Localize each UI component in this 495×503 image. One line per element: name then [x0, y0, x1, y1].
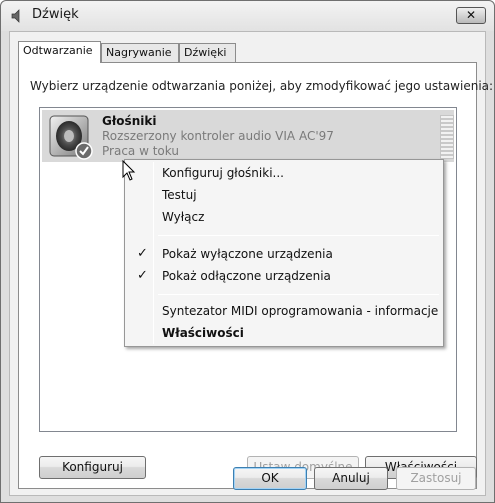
device-description: Rozszerzony kontroler audio VIA AC'97	[102, 129, 334, 143]
cancel-button[interactable]: Anuluj	[314, 467, 388, 490]
menu-separator	[158, 294, 439, 295]
device-status: Praca w toku	[102, 144, 179, 158]
menu-item-label: Pokaż odłączone urządzenia	[162, 269, 331, 283]
checkmark-icon: ✓	[137, 246, 148, 261]
close-button[interactable]: ✕	[456, 7, 486, 24]
tab-recording[interactable]: Nagrywanie	[101, 43, 179, 62]
menu-item-properties[interactable]: Właściwości	[127, 322, 441, 344]
title-bar[interactable]: Dźwięk ✕	[1, 1, 494, 31]
tab-sounds[interactable]: Dźwięki	[179, 43, 236, 62]
menu-item-show-disconnected[interactable]: ✓ Pokaż odłączone urządzenia	[127, 265, 441, 287]
menu-item-label: Konfiguruj głośniki...	[162, 166, 284, 180]
menu-item-test[interactable]: Testuj	[127, 184, 441, 206]
menu-item-label: Pokaż wyłączone urządzenia	[162, 247, 333, 261]
menu-item-label: Syntezator MIDI oprogramowania - informa…	[162, 304, 439, 318]
configure-button[interactable]: Konfiguruj	[39, 456, 146, 479]
context-menu: Konfiguruj głośniki... Testuj Wyłącz ✓ P…	[124, 159, 444, 347]
device-item-speakers[interactable]: Głośniki Rozszerzony kontroler audio VIA…	[42, 110, 454, 162]
checkmark-icon: ✓	[137, 268, 148, 283]
menu-item-configure-speakers[interactable]: Konfiguruj głośniki...	[127, 162, 441, 184]
window-title: Dźwięk	[32, 7, 79, 22]
menu-item-label: Wyłącz	[162, 210, 205, 224]
speaker-small-icon	[11, 9, 20, 23]
apply-button[interactable]: Zastosuj	[396, 467, 476, 490]
menu-item-label: Właściwości	[162, 326, 244, 340]
close-icon: ✕	[465, 8, 477, 22]
menu-item-midi-info[interactable]: Syntezator MIDI oprogramowania - informa…	[127, 300, 441, 322]
mouse-cursor-icon	[122, 160, 136, 181]
instruction-text: Wybierz urządzenie odtwarzania poniżej, …	[30, 79, 494, 93]
speaker-icon	[49, 115, 93, 160]
tab-playback[interactable]: Odtwarzanie	[18, 41, 101, 63]
menu-item-label: Testuj	[162, 188, 197, 202]
menu-separator	[158, 235, 439, 236]
ok-button[interactable]: OK	[233, 467, 307, 490]
menu-item-disable[interactable]: Wyłącz	[127, 206, 441, 228]
menu-item-show-disabled[interactable]: ✓ Pokaż wyłączone urządzenia	[127, 243, 441, 265]
level-meter	[440, 115, 454, 159]
device-name: Głośniki	[102, 114, 157, 128]
